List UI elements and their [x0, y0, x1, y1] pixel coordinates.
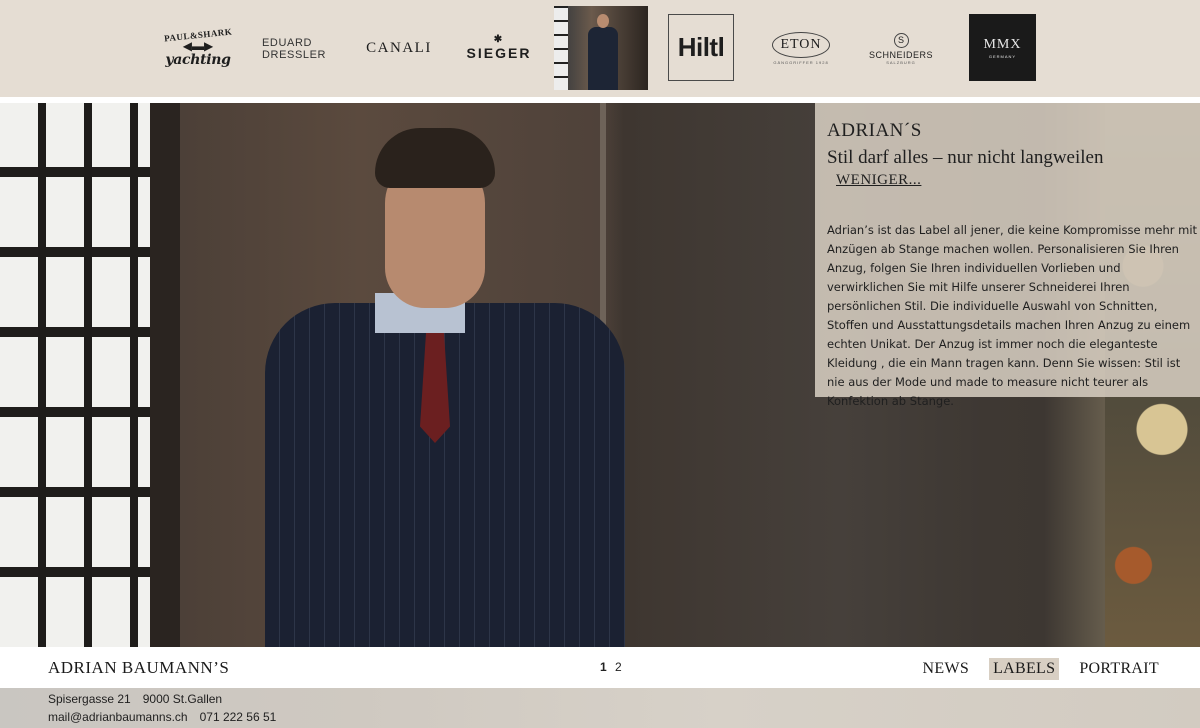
eton-wordmark: ETON	[772, 32, 830, 58]
schneiders-wordmark: SCHNEIDERS	[868, 49, 933, 60]
mmx-wordmark: MMX	[983, 36, 1022, 52]
site-logo[interactable]: ADRIAN BAUMANN’S	[48, 658, 229, 678]
main-nav: NEWS LABELS PORTRAIT	[903, 658, 1163, 680]
nav-item-portrait[interactable]: PORTRAIT	[1075, 658, 1163, 680]
mmx-subtitle: GERMANY	[988, 53, 1017, 59]
address-line: Spisergasse 21 9000 St.Gallen	[48, 692, 222, 706]
page-link-1[interactable]: 1	[600, 660, 607, 674]
label-info-panel: ADRIAN´S Stil darf alles – nur nicht lan…	[815, 103, 1200, 408]
brand-logo-mmx[interactable]: MMX GERMANY	[969, 14, 1036, 81]
nav-item-news[interactable]: NEWS	[919, 658, 974, 680]
brand-bar: PAUL&SHARK ◀▬▶ yachting EDUARD DRESSLER …	[0, 0, 1200, 97]
brand-logo-canali[interactable]: CANALI	[362, 0, 436, 97]
thumbnail-window	[554, 6, 568, 90]
contact-email[interactable]: mail@adrianbaumanns.ch	[48, 710, 188, 724]
brand-logo-paul-shark[interactable]: PAUL&SHARK ◀▬▶ yachting	[160, 0, 236, 97]
nav-item-labels[interactable]: LABELS	[989, 658, 1060, 680]
schneiders-subtitle: SALZBURG	[886, 59, 916, 65]
brand-thumbnail-adrians[interactable]	[554, 6, 648, 90]
hero-window	[0, 103, 150, 647]
dressler-line2: DRESSLER	[262, 48, 327, 61]
footer-nav: ADRIAN BAUMANN’S 1 2 NEWS LABELS PORTRAI…	[0, 647, 1200, 688]
eton-subtitle: GÄNGGRIFFER 1928	[773, 60, 829, 65]
brand-logo-eton[interactable]: ETON GÄNGGRIFFER 1928	[770, 0, 832, 97]
shark-icon: ◀▬▶	[182, 38, 214, 53]
label-title: ADRIAN´S	[827, 120, 922, 141]
contact-line: mail@adrianbaumanns.ch 071 222 56 51	[48, 710, 276, 724]
pagination: 1 2	[600, 660, 627, 674]
brand-logo-schneiders[interactable]: S SCHNEIDERS SALZBURG	[868, 0, 934, 97]
hiltl-wordmark: Hiltl	[677, 32, 725, 62]
brand-logo-sieger[interactable]: ✱ SIEGER	[464, 0, 534, 97]
star-icon: ✱	[493, 34, 505, 45]
label-tagline: Stil darf alles – nur nicht langweilen	[827, 147, 1104, 168]
brand-logo-eduard-dressler[interactable]: EDUARD DRESSLER	[262, 0, 336, 97]
paul-shark-subtitle: yachting	[165, 51, 231, 68]
contact-phone[interactable]: 071 222 56 51	[200, 710, 277, 724]
address-street: Spisergasse 21	[48, 692, 131, 706]
canali-wordmark: CANALI	[366, 40, 432, 56]
address-city: 9000 St.Gallen	[142, 692, 223, 706]
hero-model	[265, 128, 625, 647]
brand-logo-hiltl[interactable]: Hiltl	[668, 14, 734, 81]
thumbnail-model	[588, 14, 618, 90]
collapse-toggle-link[interactable]: WENIGER...	[836, 172, 921, 189]
sieger-wordmark: SIEGER	[466, 45, 532, 61]
hero-pillar	[150, 103, 180, 647]
dressler-line1: EDUARD	[262, 36, 313, 49]
page-link-2[interactable]: 2	[615, 660, 622, 674]
contact-strip: Spisergasse 21 9000 St.Gallen mail@adrian…	[0, 688, 1200, 728]
label-description: Adrian’s ist das Label all jener, die ke…	[827, 223, 1198, 408]
schneiders-emblem-icon: S	[893, 32, 909, 48]
